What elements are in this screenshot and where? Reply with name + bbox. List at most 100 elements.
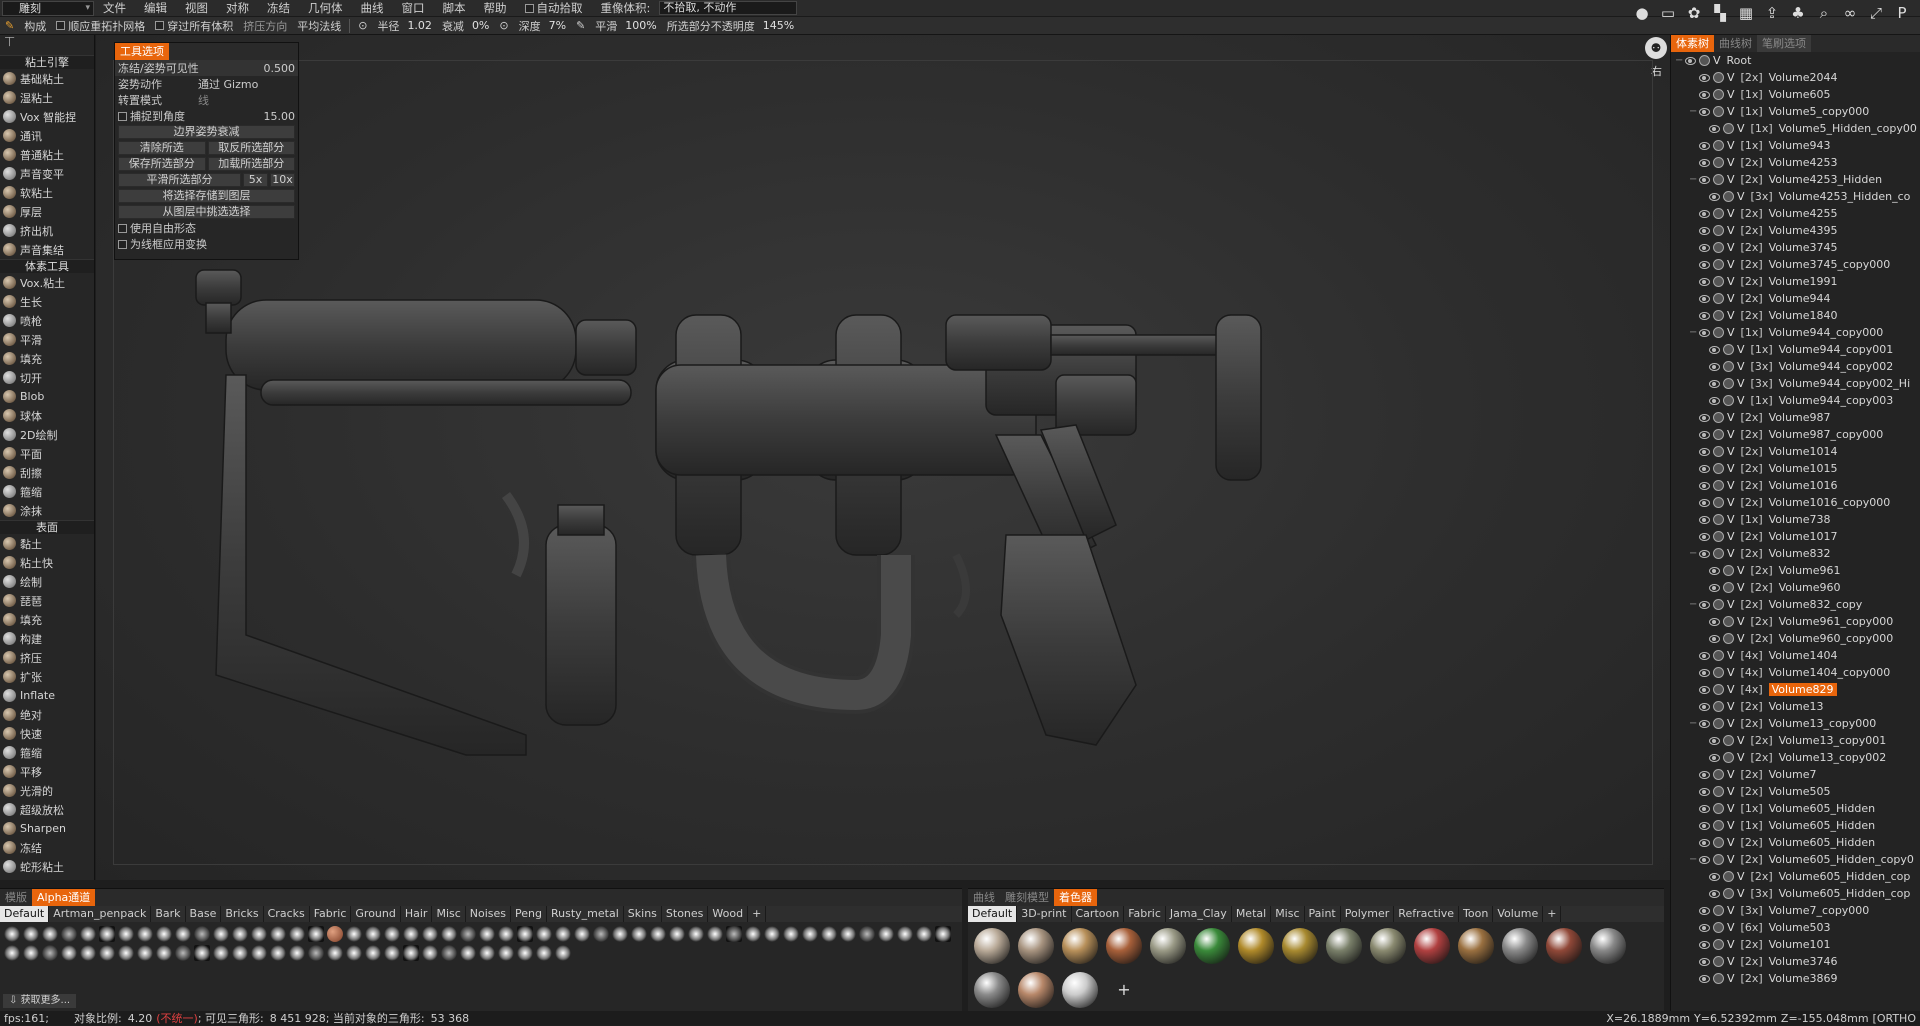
collapse-icon[interactable]: −: [1689, 718, 1699, 729]
tree-item[interactable]: V [3x] Volume7_copy000: [1671, 902, 1920, 919]
eye-icon[interactable]: [1699, 549, 1710, 558]
ghost-icon[interactable]: [1713, 412, 1724, 423]
alpha-thumbnail[interactable]: [460, 945, 476, 961]
ghost-icon[interactable]: [1713, 837, 1724, 848]
ghost-icon[interactable]: [1713, 599, 1724, 610]
shader-thumbnail[interactable]: [1326, 928, 1362, 964]
tree-item[interactable]: V [1x] Volume5_Hidden_copy00: [1671, 120, 1920, 137]
tree-item[interactable]: − V [2x] Volume832_copy: [1671, 596, 1920, 613]
ghost-icon[interactable]: [1713, 174, 1724, 185]
alpha-thumbnail[interactable]: [289, 945, 305, 961]
brush-surface-9[interactable]: 绝对: [0, 705, 94, 724]
tree-item[interactable]: V [1x] Volume605_Hidden: [1671, 817, 1920, 834]
eye-icon[interactable]: [1699, 940, 1710, 949]
p-icon[interactable]: P: [1892, 4, 1912, 22]
load-selection-button[interactable]: 加载所选部分: [207, 157, 295, 171]
tree-item[interactable]: V [4x] Volume1404_copy000: [1671, 664, 1920, 681]
eye-icon[interactable]: [1699, 328, 1710, 337]
alpha-thumbnail[interactable]: [289, 926, 305, 942]
brush-surface-14[interactable]: 超级放松: [0, 800, 94, 819]
through-all-checkbox[interactable]: [155, 21, 165, 30]
tree-item[interactable]: V [2x] Volume1991: [1671, 273, 1920, 290]
eye-icon[interactable]: [1699, 957, 1710, 966]
brush-clay-8[interactable]: 挤出机: [0, 221, 94, 240]
ghost-icon[interactable]: [1723, 191, 1734, 202]
ghost-icon[interactable]: [1713, 548, 1724, 559]
sphere-icon[interactable]: ●: [1632, 4, 1652, 22]
alpha-thumbnail[interactable]: [631, 926, 647, 942]
zoom-icon[interactable]: ⌕: [1814, 4, 1834, 22]
eye-icon[interactable]: [1699, 906, 1710, 915]
text-tool-icon[interactable]: ⊤: [0, 35, 94, 55]
tree-item[interactable]: V [1x] Volume605: [1671, 86, 1920, 103]
transform-mode-select[interactable]: 转置模式 线: [115, 92, 298, 108]
ghost-icon[interactable]: [1723, 361, 1734, 372]
brush-voxel-12[interactable]: 涂抹: [0, 501, 94, 520]
tree-item[interactable]: − V [2x] Volume13_copy000: [1671, 715, 1920, 732]
alpha-thumbnail[interactable]: [384, 945, 400, 961]
export-icon[interactable]: ⇪: [1762, 4, 1782, 22]
tree-item[interactable]: V [6x] Volume503: [1671, 919, 1920, 936]
alpha-thumbnail[interactable]: [23, 926, 39, 942]
alpha-thumbnail[interactable]: [156, 945, 172, 961]
category-tab[interactable]: Peng: [511, 906, 547, 922]
shader-thumbnail[interactable]: [1150, 928, 1186, 964]
brush-voxel-2[interactable]: 喷枪: [0, 311, 94, 330]
eye-icon[interactable]: [1699, 668, 1710, 677]
brush-clay-6[interactable]: 软粘土: [0, 183, 94, 202]
brush-voxel-9[interactable]: 平面: [0, 444, 94, 463]
brush-surface-2[interactable]: 绘制: [0, 572, 94, 591]
eye-icon[interactable]: [1699, 923, 1710, 932]
auto-pick-checkbox[interactable]: [524, 4, 534, 13]
smooth-slider[interactable]: 平滑 100%: [590, 18, 661, 34]
alpha-thumbnail[interactable]: [346, 945, 362, 961]
brush-clay-5[interactable]: 声音变平: [0, 164, 94, 183]
ghost-icon[interactable]: [1723, 123, 1734, 134]
brush-surface-10[interactable]: 快速: [0, 724, 94, 743]
adapt-topology-checkbox[interactable]: [56, 21, 66, 30]
smooth-10x-button[interactable]: 10x: [270, 173, 295, 187]
shader-thumbnail[interactable]: [1238, 928, 1274, 964]
alpha-thumbnail[interactable]: [175, 926, 191, 942]
ghost-icon[interactable]: [1713, 769, 1724, 780]
tab-brush-options[interactable]: 笔刷选项: [1757, 35, 1811, 52]
ghost-icon[interactable]: [1713, 803, 1724, 814]
ghost-icon[interactable]: [1723, 378, 1734, 389]
ghost-icon[interactable]: [1713, 939, 1724, 950]
eye-icon[interactable]: [1699, 770, 1710, 779]
menu-curves[interactable]: 曲线: [352, 0, 393, 16]
tree-item[interactable]: V [1x] Volume943: [1671, 137, 1920, 154]
link-icon[interactable]: ∞: [1840, 4, 1860, 22]
ghost-icon[interactable]: [1713, 854, 1724, 865]
ghost-icon[interactable]: [1713, 446, 1724, 457]
menu-scripts[interactable]: 脚本: [434, 0, 475, 16]
tab-curvetree[interactable]: 曲线树: [1714, 35, 1757, 52]
tree-item[interactable]: V [2x] Volume3869: [1671, 970, 1920, 987]
eye-icon[interactable]: [1699, 702, 1710, 711]
alpha-thumbnail[interactable]: [897, 926, 913, 942]
get-more-button[interactable]: ⇩ 获取更多...: [3, 994, 77, 1008]
collapse-icon[interactable]: −: [1689, 174, 1699, 185]
alpha-thumbnail[interactable]: [441, 945, 457, 961]
tree-item[interactable]: V [2x] Volume961_copy000: [1671, 613, 1920, 630]
tree-item[interactable]: V [2x] Volume13: [1671, 698, 1920, 715]
menu-window[interactable]: 窗口: [393, 0, 434, 16]
shader-thumbnail[interactable]: [1414, 928, 1450, 964]
brush-clay-3[interactable]: 通讯: [0, 126, 94, 145]
tree-item[interactable]: V [2x] Volume1017: [1671, 528, 1920, 545]
eye-icon[interactable]: [1699, 532, 1710, 541]
ghost-icon[interactable]: [1723, 395, 1734, 406]
eye-icon[interactable]: [1699, 294, 1710, 303]
tree-item[interactable]: V [3x] Volume944_copy002: [1671, 358, 1920, 375]
category-tab[interactable]: Hair: [401, 906, 433, 922]
tab-shaders[interactable]: 着色器: [1054, 889, 1097, 906]
shader-thumbnail[interactable]: [1062, 972, 1098, 1008]
brush-surface-8[interactable]: Inflate: [0, 686, 94, 705]
alpha-thumbnail[interactable]: [555, 945, 571, 961]
eye-icon[interactable]: [1699, 447, 1710, 456]
store-to-layer-button[interactable]: 将选择存储到图层: [118, 189, 295, 203]
category-tab[interactable]: Toon: [1459, 906, 1494, 922]
shader-thumbnail[interactable]: [1502, 928, 1538, 964]
alpha-thumbnail[interactable]: [574, 926, 590, 942]
alpha-thumbnail[interactable]: [61, 926, 77, 942]
